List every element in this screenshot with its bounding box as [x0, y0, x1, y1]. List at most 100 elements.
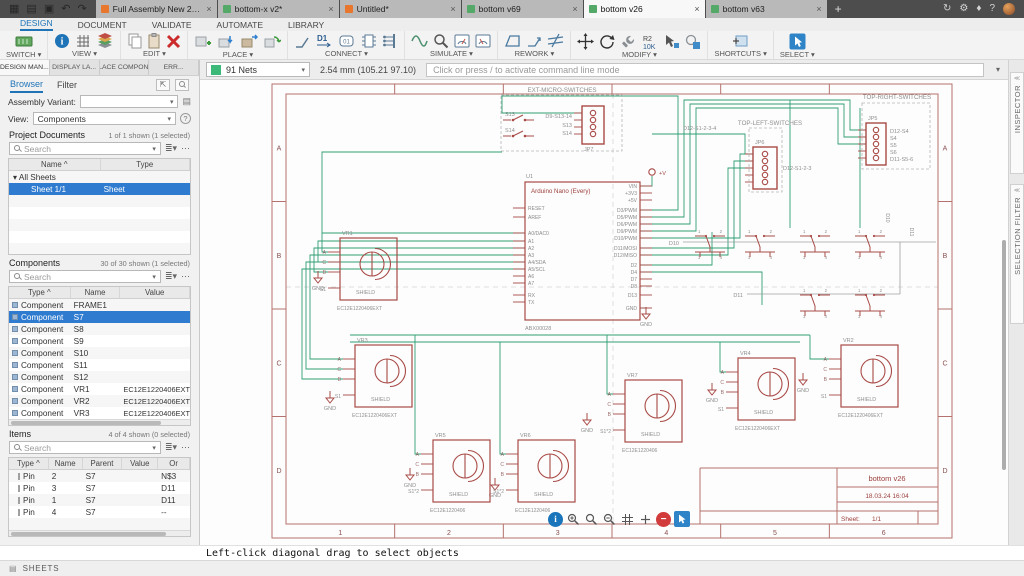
- menu-item-automate[interactable]: AUTOMATE: [217, 20, 263, 31]
- grid-toggle-button[interactable]: [620, 512, 635, 527]
- encoder-VR7[interactable]: VR7ACBS1*2SHIELDEC12E1220406: [600, 373, 682, 454]
- item-row[interactable]: Pin 2 S7 N$3: [9, 470, 190, 482]
- menu-item-library[interactable]: LIBRARY: [288, 20, 324, 31]
- panel-tab[interactable]: PLACE COMPON...: [100, 60, 150, 75]
- component-row[interactable]: Component S8: [9, 323, 190, 335]
- view-select[interactable]: Components▾: [33, 112, 176, 125]
- project-documents-search-input[interactable]: Search▾: [9, 142, 161, 155]
- arduino-symbol[interactable]: U1Arduino Nano (Every)ABX00028RESETAREFA…: [513, 174, 652, 332]
- component-row[interactable]: Component VR3 EC12E1220406EXT: [9, 407, 190, 419]
- column-header[interactable]: Type: [101, 159, 191, 170]
- item-row[interactable]: Pin 4 S7 --: [9, 506, 190, 518]
- gate-icon[interactable]: 01: [338, 33, 356, 49]
- paste-special-icon[interactable]: [664, 34, 680, 50]
- sheet-row[interactable]: Sheet 1/1 Sheet: [9, 183, 190, 195]
- avatar[interactable]: [1003, 3, 1015, 15]
- schematic-canvas[interactable]: AABBCCDD123456D10D11D10D11GNDGNDGNDGNDGN…: [200, 80, 1008, 545]
- remove-button[interactable]: −: [656, 512, 671, 527]
- file-icon[interactable]: ▤: [26, 4, 36, 15]
- toolbar-group-place[interactable]: PLACE ▾: [188, 31, 288, 59]
- undo-icon[interactable]: ↶: [61, 4, 70, 15]
- new-tab-button[interactable]: +: [828, 0, 849, 18]
- close-icon[interactable]: ×: [450, 4, 455, 14]
- encoder-VR6[interactable]: VR6ACBS1*2SHIELDEC12E1220406: [493, 433, 575, 514]
- close-icon[interactable]: ×: [206, 4, 211, 14]
- inspector-tab[interactable]: ≪ INSPECTOR: [1010, 72, 1024, 174]
- encoder-VR4[interactable]: VR4ACBS1SHIELDEC12E1220406EXT: [718, 351, 795, 432]
- component-row[interactable]: Component S12: [9, 371, 190, 383]
- close-icon[interactable]: ×: [694, 4, 699, 14]
- column-header[interactable]: Or: [158, 458, 190, 469]
- grid-icon[interactable]: [75, 33, 91, 49]
- item-row[interactable]: Pin 3 S7 D11: [9, 482, 190, 494]
- components-hscrollbar[interactable]: [9, 419, 190, 425]
- tact-switch[interactable]: 1234: [855, 288, 885, 319]
- toolbar-group-switch[interactable]: SWITCH ▾: [0, 31, 48, 59]
- sheet-row[interactable]: ▾ All Sheets: [9, 171, 190, 183]
- info-icon[interactable]: i: [54, 33, 70, 49]
- paste-icon[interactable]: [147, 33, 161, 49]
- app-grid-icon[interactable]: ▦: [9, 4, 19, 15]
- toolbar-group-connect[interactable]: D1 01 CONNECT ▾: [288, 31, 405, 59]
- pick-icon[interactable]: ⇱: [156, 79, 170, 91]
- variant-table-icon[interactable]: ▤: [182, 96, 191, 107]
- select-icon[interactable]: [789, 33, 806, 50]
- column-header[interactable]: Parent: [83, 458, 123, 469]
- tact-switch[interactable]: 1234: [800, 229, 830, 260]
- zoom-in-button[interactable]: [566, 512, 581, 527]
- command-line-input[interactable]: Click or press / to activate command lin…: [426, 63, 984, 77]
- column-header[interactable]: Type ^: [9, 287, 71, 298]
- nets-dropdown[interactable]: 91 Nets ▾: [206, 62, 310, 77]
- subtab-browser[interactable]: Browser: [10, 77, 43, 93]
- column-header[interactable]: Name: [49, 458, 83, 469]
- assembly-variant-select[interactable]: ▾: [80, 95, 179, 108]
- close-icon[interactable]: ×: [328, 4, 333, 14]
- document-tab[interactable]: bottom v69 ×: [462, 0, 583, 18]
- component-row[interactable]: Component FRAME1: [9, 299, 190, 311]
- menu-item-document[interactable]: DOCUMENT: [78, 20, 127, 31]
- schematic-drawing[interactable]: AABBCCDD123456D10D11D10D11GNDGNDGNDGNDGN…: [200, 80, 1008, 545]
- selection-filter-tab[interactable]: ≪ SELECTION FILTER: [1010, 184, 1024, 324]
- tact-switch[interactable]: 1234: [745, 229, 775, 260]
- encoder-VR5[interactable]: VR5ACBS1*2SHIELDEC12E1220406: [408, 433, 490, 514]
- connector-JP5[interactable]: [866, 123, 886, 165]
- command-options-chevron-icon[interactable]: ▾: [994, 65, 1002, 74]
- tact-switch[interactable]: 1234: [800, 288, 830, 319]
- document-tab[interactable]: Untitled* ×: [340, 0, 461, 18]
- polygon-icon[interactable]: [504, 33, 521, 49]
- column-header[interactable]: Type ^: [9, 458, 49, 469]
- ripup-icon[interactable]: [547, 33, 564, 49]
- panel-tab[interactable]: ERR...: [149, 60, 199, 75]
- move-icon[interactable]: [577, 33, 594, 50]
- close-icon[interactable]: ×: [816, 4, 821, 14]
- column-header[interactable]: Value: [122, 458, 158, 469]
- settings-gear-icon[interactable]: ⚙: [959, 4, 968, 14]
- items-hscrollbar[interactable]: [9, 530, 190, 536]
- component-row[interactable]: Component S9: [9, 335, 190, 347]
- document-tab[interactable]: bottom v26 ×: [584, 0, 705, 18]
- toolbar-group-edit[interactable]: EDIT ▾: [121, 31, 188, 59]
- toolbar-group-shortcuts[interactable]: SHORTCUTS ▾: [708, 31, 773, 59]
- column-header[interactable]: Value: [120, 287, 190, 298]
- meter-icon[interactable]: [454, 33, 470, 49]
- help-icon[interactable]: ?: [989, 4, 995, 14]
- toolbar-group-modify[interactable]: R210K MODIFY ▾: [571, 31, 708, 59]
- canvas-vertical-scrollbar[interactable]: [1002, 240, 1006, 470]
- connector-JP7[interactable]: [582, 106, 604, 144]
- sheets-tab[interactable]: SHEETS: [23, 564, 60, 573]
- net-label-icon[interactable]: D1: [315, 33, 333, 49]
- notifications-bell-icon[interactable]: ♦: [976, 4, 981, 14]
- item-row[interactable]: Pin 1 S7 D11: [9, 494, 190, 506]
- info-button[interactable]: i: [548, 512, 563, 527]
- document-tab[interactable]: Full Assembly New 2 v18* ×: [96, 0, 217, 18]
- probe-icon[interactable]: [433, 33, 449, 49]
- items-search-input[interactable]: Search▾: [9, 441, 161, 454]
- ic-icon[interactable]: [361, 33, 377, 49]
- delete-icon[interactable]: [166, 34, 181, 49]
- align-icon[interactable]: [685, 34, 701, 50]
- panel-tab[interactable]: DISPLAY LA...: [50, 60, 100, 75]
- copy-icon[interactable]: [127, 33, 142, 49]
- shortcuts-icon[interactable]: [732, 33, 750, 49]
- list-options-icon[interactable]: ≣▾: [165, 272, 177, 281]
- zoom-to-icon[interactable]: [175, 79, 189, 91]
